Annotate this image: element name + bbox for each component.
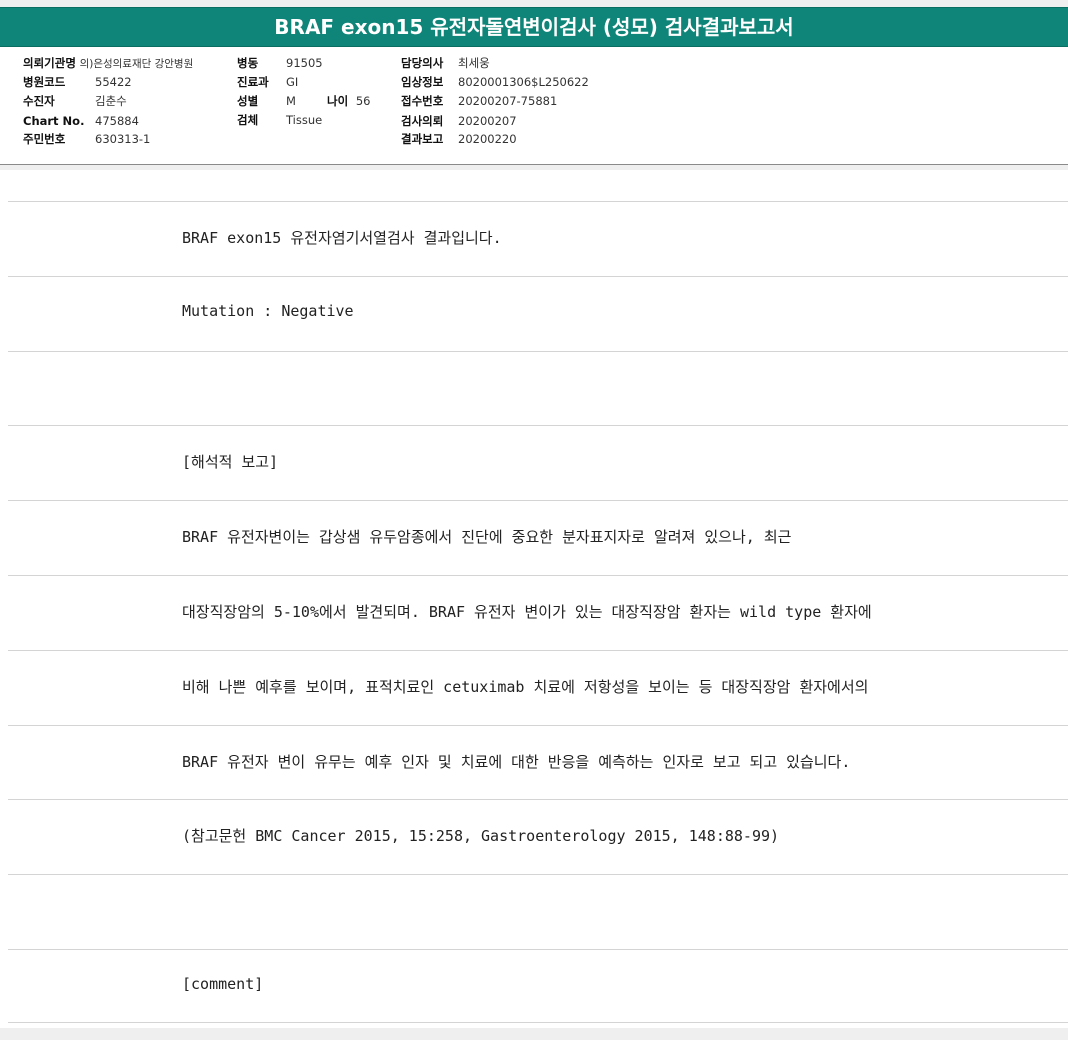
- chart-value-wrap: 475884: [95, 112, 139, 130]
- row-divider: [8, 650, 1068, 651]
- report-line: 대장직장암의 5-10%에서 발견되며. BRAF 유전자 변이가 있는 대장직…: [182, 603, 872, 621]
- resident-value-wrap: 630313-1: [95, 130, 150, 148]
- row-divider: [8, 351, 1068, 352]
- report-body: [0, 170, 1068, 1028]
- row-divider: [8, 799, 1068, 800]
- row-divider: [8, 276, 1068, 277]
- clinical-value: 8020001306$L250622: [458, 75, 589, 89]
- ward-label: 병동: [237, 56, 259, 70]
- doctor-value-wrap: 최세웅: [458, 54, 490, 72]
- row-divider: [8, 874, 1068, 875]
- report-line: [comment]: [182, 975, 264, 993]
- hospital-code-field: 병원코드: [23, 73, 65, 91]
- receipt-value: 20200207-75881: [458, 94, 558, 108]
- specimen-field: 검체: [237, 111, 258, 129]
- row-divider: [8, 949, 1068, 950]
- resident-field: 주민번호: [23, 130, 65, 148]
- report-line: Mutation : Negative: [182, 302, 354, 320]
- ward-field: 병동: [237, 54, 258, 72]
- specimen-value: Tissue: [286, 113, 323, 127]
- age-value: 56: [355, 94, 371, 108]
- request-value-wrap: 20200207: [458, 112, 517, 130]
- doctor-value: 최세웅: [458, 56, 490, 70]
- row-divider: [8, 500, 1068, 501]
- patient-value: 김춘수: [95, 94, 127, 108]
- institution-field: 의뢰기관명 의)은성의료재단 강안병원: [23, 54, 193, 72]
- dept-value-wrap: GI: [286, 73, 298, 91]
- row-divider: [8, 425, 1068, 426]
- dept-value: GI: [286, 75, 299, 89]
- sex-field: 성별: [237, 92, 258, 110]
- row-divider: [8, 201, 1068, 202]
- sex-value: M: [286, 94, 296, 108]
- patient-value-wrap: 김춘수: [95, 92, 127, 110]
- request-label: 검사의뢰: [401, 114, 444, 128]
- report-line: BRAF 유전자 변이 유무는 예후 인자 및 치료에 대한 반응을 예측하는 …: [182, 753, 851, 771]
- patient-info-panel: 의뢰기관명 의)은성의료재단 강안병원 병원코드 55422 수진자 김춘수 C…: [0, 47, 1068, 165]
- patient-field: 수진자: [23, 92, 55, 110]
- report-date-value-wrap: 20200220: [458, 130, 517, 148]
- doctor-field: 담당의사: [401, 54, 443, 72]
- patient-label: 수진자: [23, 94, 55, 108]
- clinical-field: 임상정보: [401, 73, 443, 91]
- clinical-label: 임상정보: [401, 75, 444, 89]
- chart-value: 475884: [95, 114, 139, 128]
- report-date-value: 20200220: [458, 132, 517, 146]
- hospital-code-label: 병원코드: [23, 75, 66, 89]
- row-divider: [8, 725, 1068, 726]
- ward-value-wrap: 91505: [286, 54, 323, 72]
- institution-value: 의)은성의료재단 강안병원: [79, 58, 194, 70]
- request-value: 20200207: [458, 114, 517, 128]
- request-field: 검사의뢰: [401, 112, 443, 130]
- sex-value-wrap: M: [286, 92, 296, 110]
- sex-label: 성별: [237, 94, 259, 108]
- age-label: 나이: [327, 94, 349, 108]
- bottom-divider: [8, 1022, 1068, 1023]
- resident-value: 630313-1: [95, 132, 151, 146]
- report-date-label: 결과보고: [401, 132, 444, 146]
- report-line: [해석적 보고]: [182, 453, 279, 471]
- report-line: BRAF 유전자변이는 갑상샘 유두암종에서 진단에 중요한 분자표지자로 알려…: [182, 528, 792, 546]
- report-line: (참고문헌 BMC Cancer 2015, 15:258, Gastroent…: [182, 827, 780, 845]
- hospital-code-value-wrap: 55422: [95, 73, 132, 91]
- hospital-code-value: 55422: [95, 75, 132, 89]
- report-date-field: 결과보고: [401, 130, 443, 148]
- report-line: BRAF exon15 유전자염기서열검사 결과입니다.: [182, 229, 502, 247]
- doctor-label: 담당의사: [401, 56, 444, 70]
- age-field: 나이 56: [327, 92, 370, 110]
- clinical-value-wrap: 8020001306$L250622: [458, 73, 589, 91]
- specimen-label: 검체: [237, 113, 259, 127]
- chart-field: Chart No.: [23, 112, 84, 130]
- report-title: BRAF exon15 유전자돌연변이검사 (성모) 검사결과보고서: [0, 7, 1068, 47]
- report-line: 비해 나쁜 예후를 보이며, 표적치료인 cetuximab 치료에 저항성을 …: [182, 678, 869, 696]
- row-divider: [8, 575, 1068, 576]
- institution-label: 의뢰기관명: [23, 56, 76, 70]
- chart-label: Chart No.: [23, 114, 85, 128]
- dept-label: 진료과: [237, 75, 269, 89]
- ward-value: 91505: [286, 56, 323, 70]
- receipt-label: 접수번호: [401, 94, 444, 108]
- resident-label: 주민번호: [23, 132, 66, 146]
- receipt-field: 접수번호: [401, 92, 443, 110]
- receipt-value-wrap: 20200207-75881: [458, 92, 557, 110]
- dept-field: 진료과: [237, 73, 269, 91]
- specimen-value-wrap: Tissue: [286, 111, 322, 129]
